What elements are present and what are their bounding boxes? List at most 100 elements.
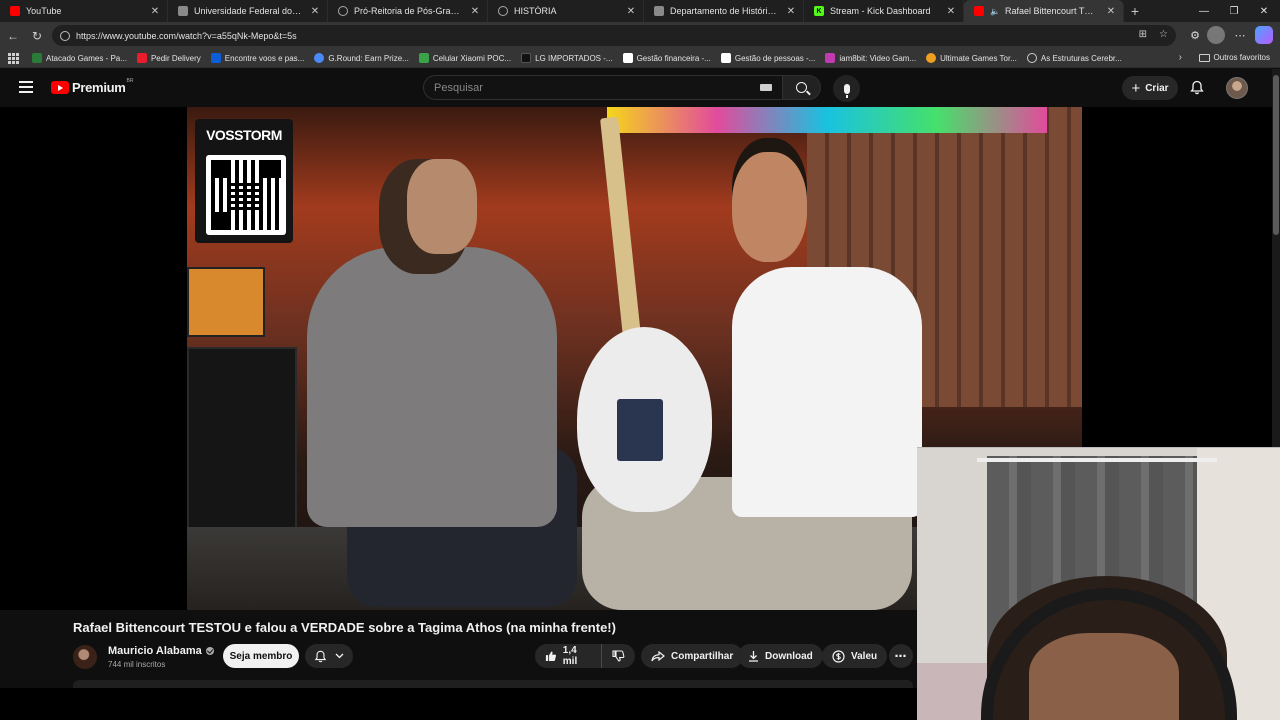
close-icon[interactable]: ✕ <box>785 6 797 17</box>
guitar-neck <box>600 116 642 348</box>
verified-check-icon <box>205 647 214 655</box>
search-input[interactable] <box>434 81 734 94</box>
thumbs-up-icon <box>545 651 557 661</box>
search-button[interactable] <box>783 75 821 100</box>
apps-grid-icon[interactable] <box>8 53 19 64</box>
tab-title: Universidade Federal do Paraná <box>194 6 303 16</box>
bookmark-item[interactable]: G.Round: Earn Prize... <box>314 53 409 63</box>
dislike-button[interactable] <box>602 644 635 668</box>
bookmark-item[interactable]: iam8bit: Video Gam... <box>825 53 916 63</box>
account-avatar[interactable] <box>1226 77 1248 99</box>
youtube-logo[interactable]: Premium BR <box>51 78 134 95</box>
scrollbar-thumb[interactable] <box>1273 75 1279 235</box>
guitar-pickguard <box>617 399 663 461</box>
browser-tab[interactable]: K Stream - Kick Dashboard ✕ <box>804 0 964 22</box>
super-thanks-icon <box>832 649 845 663</box>
subscription-bell-button[interactable] <box>305 644 353 668</box>
tab-title: YouTube <box>26 6 62 16</box>
description-box[interactable] <box>73 680 913 688</box>
bookmark-star-icon[interactable]: ☆ <box>1159 29 1168 40</box>
browser-tab-active[interactable]: 🔈 Rafael Bittencourt TESTOU e ✕ <box>964 0 1124 22</box>
bookmark-item[interactable]: Ultimate Games Tor... <box>926 53 1017 63</box>
region-code: BR <box>126 78 134 84</box>
search-box <box>423 75 783 100</box>
like-button[interactable]: 1,4 mil <box>535 644 602 668</box>
copilot-icon[interactable] <box>1255 26 1273 44</box>
youtube-play-logo-icon <box>51 81 69 94</box>
address-bar[interactable]: https://www.youtube.com/watch?v=a55qNk-M… <box>52 25 1176 46</box>
bookmark-item[interactable]: As Estruturas Cerebr... <box>1026 53 1122 63</box>
person-left-body <box>307 247 557 527</box>
bell-icon <box>314 650 326 662</box>
browser-menu-icon[interactable]: ⋯ <box>1231 26 1249 44</box>
like-count: 1,4 mil <box>562 645 578 667</box>
tab-title: Departamento de História | Unive <box>670 6 779 16</box>
thanks-button[interactable]: Valeu <box>822 644 888 668</box>
browser-tab[interactable]: YouTube ✕ <box>0 0 168 22</box>
close-icon[interactable]: ✕ <box>469 6 481 17</box>
site-info-icon[interactable] <box>60 30 70 41</box>
reload-icon[interactable]: ↻ <box>26 25 48 47</box>
chevron-right-icon[interactable]: › <box>1179 52 1182 63</box>
address-bar-row: ← ↻ https://www.youtube.com/watch?v=a55q… <box>0 22 1280 49</box>
bookmark-item[interactable]: Celular Xiaomi POC... <box>418 53 511 63</box>
more-actions-icon[interactable]: ⋯ <box>889 644 913 668</box>
create-label: Criar <box>1145 82 1169 94</box>
voice-search-button[interactable] <box>833 75 860 102</box>
tab-title: Rafael Bittencourt TESTOU e <box>1004 6 1099 16</box>
thanks-label: Valeu <box>851 650 878 662</box>
close-window-icon[interactable]: ✕ <box>1244 0 1280 22</box>
bookmark-favicon-icon <box>825 53 836 63</box>
profile-avatar[interactable] <box>1207 26 1225 44</box>
youtube-favicon-icon <box>974 6 984 16</box>
share-label: Compartilhar <box>671 650 734 662</box>
channel-name[interactable]: Mauricio Alabama <box>108 645 214 657</box>
tab-title: Stream - Kick Dashboard <box>830 6 931 16</box>
create-button[interactable]: + Criar <box>1122 76 1178 100</box>
bookmark-favicon-icon <box>136 53 147 63</box>
microphone-icon <box>843 83 850 98</box>
bookmark-item[interactable]: Pedir Delivery <box>136 53 201 63</box>
browser-tab[interactable]: Pró-Reitoria de Pós-Graduação ✕ <box>328 0 488 22</box>
taskbar-area <box>0 688 917 720</box>
bookmark-item[interactable]: Encontre voos e pas... <box>210 53 304 63</box>
kick-favicon-icon: K <box>814 6 824 16</box>
led-screen <box>607 107 1047 133</box>
download-button[interactable]: Download <box>738 644 823 668</box>
close-icon[interactable]: ✕ <box>309 6 321 17</box>
new-tab-plus-icon[interactable]: + <box>1124 3 1146 19</box>
browser-tab[interactable]: HISTÓRIA ✕ <box>488 0 644 22</box>
extensions-icon[interactable]: ⚙ <box>1186 26 1204 44</box>
folder-icon <box>1198 53 1210 62</box>
back-arrow-icon[interactable]: ← <box>2 25 24 47</box>
keyboard-icon[interactable] <box>760 84 772 91</box>
search-icon <box>796 82 807 93</box>
close-icon[interactable]: ✕ <box>149 6 161 17</box>
curtain-rod <box>977 458 1217 462</box>
bookmark-item[interactable]: Gestão de pessoas -... <box>720 53 815 63</box>
bookmark-label: As Estruturas Cerebr... <box>1040 53 1122 63</box>
url-text: https://www.youtube.com/watch?v=a55qNk-M… <box>76 30 297 41</box>
browser-tab[interactable]: Universidade Federal do Paraná ✕ <box>168 0 328 22</box>
close-icon[interactable]: ✕ <box>945 6 957 17</box>
bookmark-favicon-icon <box>314 53 325 63</box>
install-app-icon[interactable]: ⊞ <box>1139 29 1147 40</box>
bookmark-favicon-icon <box>926 53 937 63</box>
bookmark-item[interactable]: Atacado Games - Pa... <box>32 53 127 63</box>
bookmark-item[interactable]: Gestão financeira -... <box>622 53 711 63</box>
close-icon[interactable]: ✕ <box>625 6 637 17</box>
bookmark-favicon-icon <box>720 53 731 63</box>
join-button[interactable]: Seja membro <box>223 644 299 668</box>
channel-avatar[interactable] <box>73 645 97 669</box>
thumbs-down-icon <box>612 650 625 662</box>
notifications-bell-icon[interactable] <box>1190 80 1204 95</box>
other-bookmarks-folder[interactable]: Outros favoritos <box>1198 53 1270 62</box>
speaker-icon[interactable]: 🔈 <box>990 7 1000 16</box>
hamburger-menu-icon[interactable] <box>19 81 33 93</box>
bookmark-item[interactable]: LG IMPORTADOS -... <box>521 53 613 63</box>
close-icon[interactable]: ✕ <box>1105 6 1117 17</box>
download-label: Download <box>765 650 813 662</box>
logo-text: Premium <box>72 80 126 95</box>
share-button[interactable]: Compartilhar <box>641 644 744 668</box>
browser-tab[interactable]: Departamento de História | Unive ✕ <box>644 0 804 22</box>
